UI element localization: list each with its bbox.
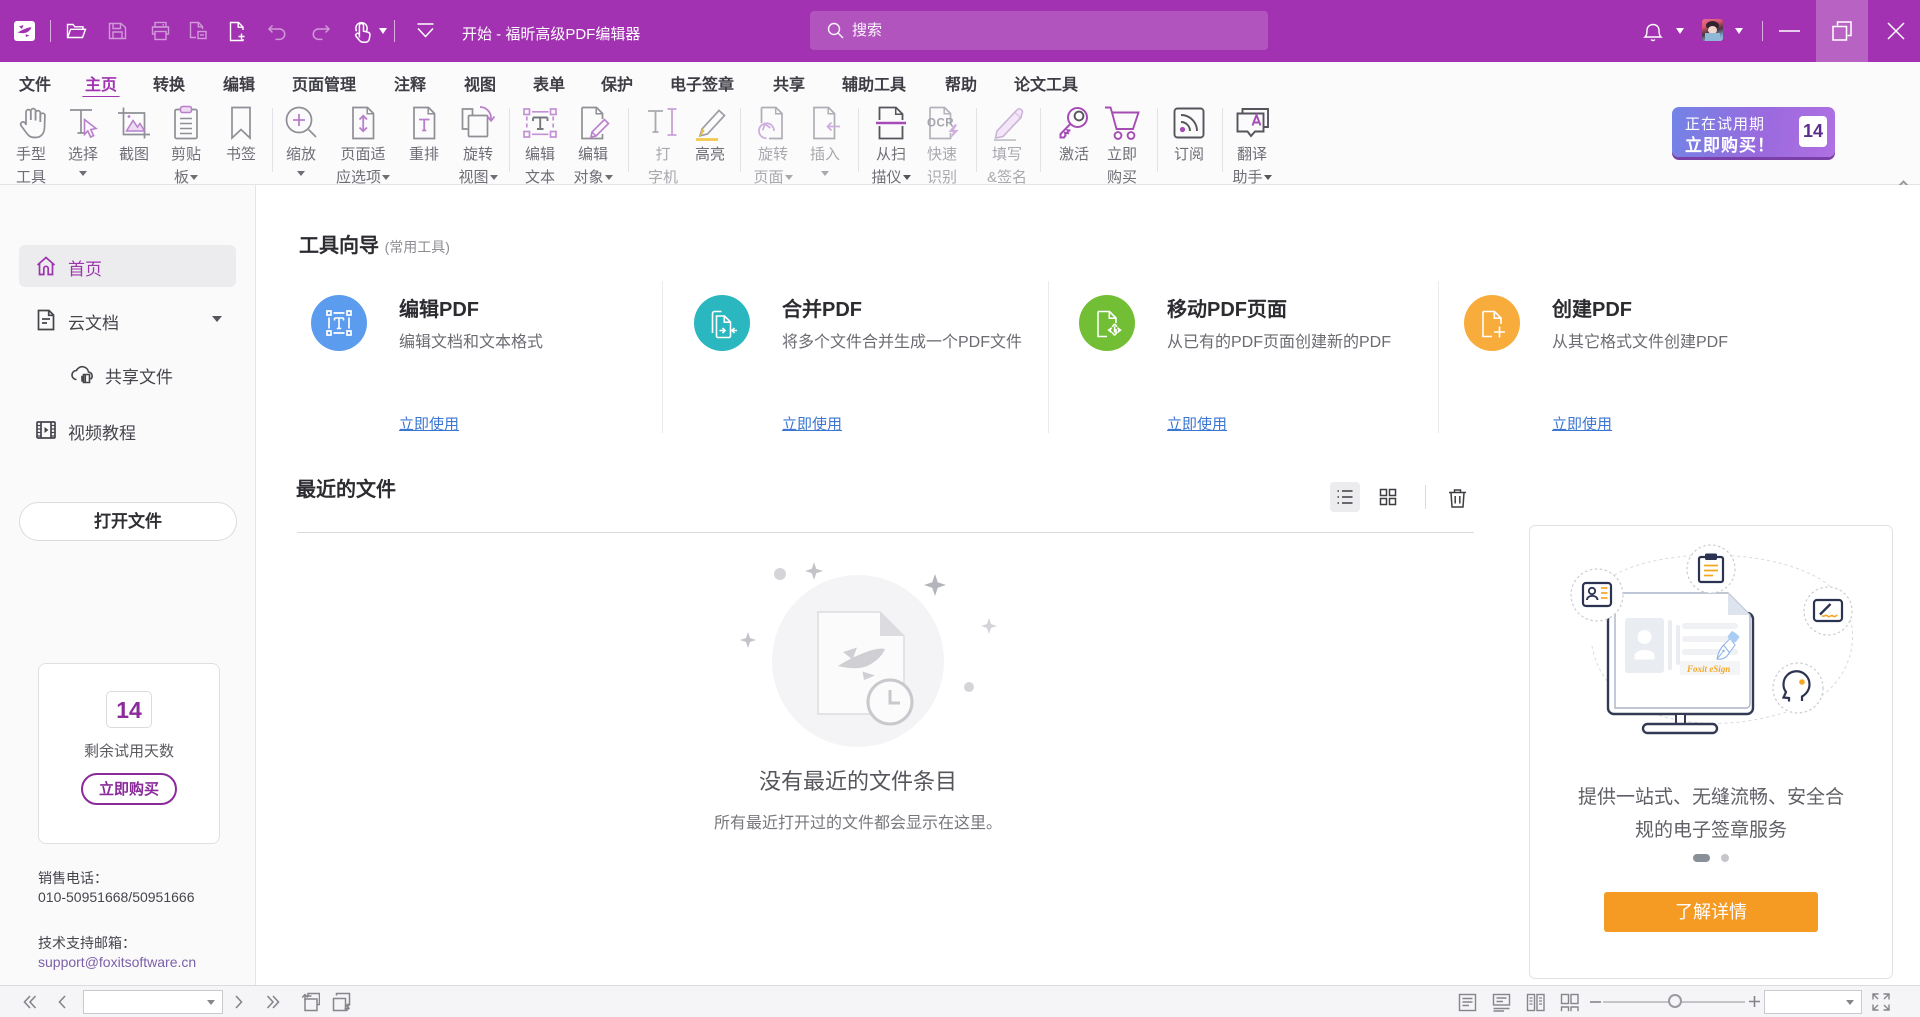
- svg-text:OCR: OCR: [927, 118, 954, 130]
- svg-text:Foxit eSign: Foxit eSign: [1686, 664, 1730, 674]
